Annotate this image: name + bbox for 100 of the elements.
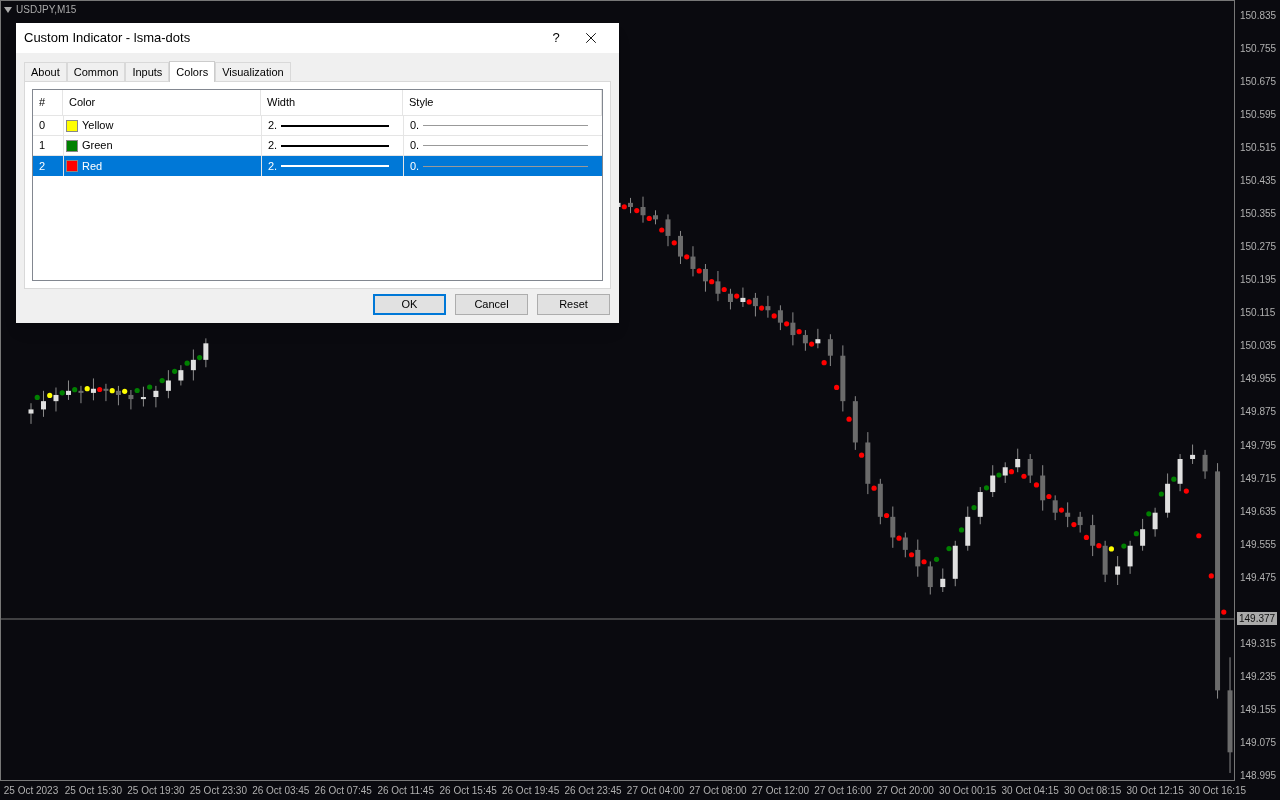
time-axis-label: 25 Oct 19:30 <box>127 785 185 796</box>
time-axis-label: 25 Oct 2023 <box>3 785 59 796</box>
candle <box>178 364 184 386</box>
candle <box>103 383 109 402</box>
dialog-button[interactable]: Cancel <box>455 294 528 315</box>
candle <box>915 539 921 578</box>
candle <box>665 213 671 247</box>
dialog-button[interactable]: Reset <box>537 294 610 315</box>
candle <box>840 344 846 412</box>
candle <box>90 377 96 401</box>
time-axis-label: 30 Oct 16:15 <box>1188 785 1247 796</box>
row-index: 0 <box>38 118 47 134</box>
candle <box>952 540 958 587</box>
candle <box>1077 511 1083 534</box>
table-row[interactable]: 0 Yellow 2. 0. <box>33 116 602 136</box>
price-axis-label: 150.675 <box>1240 75 1277 87</box>
price-axis-label: 149.635 <box>1240 505 1277 517</box>
price-axis-label: 150.195 <box>1240 274 1277 286</box>
candle <box>1015 448 1021 473</box>
candle <box>115 385 121 406</box>
time-axis-label: 27 Oct 20:00 <box>876 785 934 796</box>
width-value: 2. <box>268 158 278 174</box>
candle <box>65 380 71 401</box>
time-axis-label: 30 Oct 12:15 <box>1126 785 1184 796</box>
candle <box>190 349 196 381</box>
price-axis-label: 150.755 <box>1240 42 1277 54</box>
candle <box>1202 449 1208 480</box>
row-index: 1 <box>38 138 47 154</box>
candle <box>203 337 209 368</box>
candle <box>1027 453 1033 484</box>
candle <box>965 506 971 552</box>
time-axis-label: 26 Oct 03:45 <box>252 785 310 796</box>
time-axis-label: 26 Oct 19:45 <box>501 785 560 796</box>
time-axis-label: 26 Oct 23:45 <box>564 785 622 796</box>
candle <box>1002 461 1008 484</box>
dialog-tab[interactable]: Colors <box>169 61 216 82</box>
width-value: 2. <box>268 138 278 154</box>
candle <box>640 196 646 224</box>
candle <box>977 486 983 525</box>
candle <box>628 197 633 214</box>
column-header[interactable]: Color <box>63 90 261 115</box>
candle <box>78 385 84 404</box>
time-axis-label: 27 Oct 04:00 <box>626 785 685 796</box>
dialog-button[interactable]: OK <box>373 294 446 315</box>
candle <box>902 532 908 558</box>
candle <box>777 304 783 331</box>
price-axis-label: 149.875 <box>1240 406 1277 418</box>
candle <box>140 386 146 408</box>
row-index: 2 <box>38 158 47 174</box>
style-value: 0. <box>410 158 420 174</box>
style-value: 0. <box>410 138 420 154</box>
dialog-tab[interactable]: Inputs <box>125 62 170 81</box>
time-axis-label: 26 Oct 15:45 <box>439 785 497 796</box>
candle <box>678 230 683 265</box>
candle <box>1140 518 1146 552</box>
candle <box>53 387 59 412</box>
color-name: Red <box>82 158 103 174</box>
time-axis-label: 27 Oct 08:00 <box>689 785 747 796</box>
time-axis-label: 27 Oct 16:00 <box>814 785 872 796</box>
dialog-tab[interactable]: About <box>24 62 67 81</box>
price-axis-label: 150.355 <box>1240 208 1277 220</box>
dialog-tab[interactable]: Common <box>66 62 126 81</box>
candle <box>890 506 896 549</box>
width-value: 2. <box>268 118 278 134</box>
column-header[interactable]: # <box>33 90 63 115</box>
candle <box>990 464 996 498</box>
table-row[interactable]: 2 Red 2. 0. <box>33 156 602 176</box>
candle <box>1127 540 1133 575</box>
price-axis-label: 149.555 <box>1240 538 1277 550</box>
candle <box>1040 464 1046 512</box>
candle <box>653 209 658 225</box>
color-name: Yellow <box>82 118 114 134</box>
time-axis-label: 27 Oct 12:00 <box>751 785 810 796</box>
candle <box>852 395 858 451</box>
candle <box>815 328 821 349</box>
dialog-tab[interactable]: Visualization <box>215 62 291 81</box>
time-axis-label: 26 Oct 07:45 <box>314 785 372 796</box>
candle <box>1177 453 1183 492</box>
candle <box>802 329 808 352</box>
candle <box>128 389 134 410</box>
price-axis-label: 149.235 <box>1240 670 1277 682</box>
column-header[interactable]: Width <box>261 90 403 115</box>
candle <box>790 311 796 346</box>
dropdown-triangle-icon[interactable] <box>4 6 12 13</box>
price-axis-label: 150.275 <box>1240 241 1277 253</box>
column-header[interactable]: Style <box>403 90 602 115</box>
candle <box>727 288 733 310</box>
time-axis-label: 26 Oct 11:45 <box>377 785 434 796</box>
candle <box>1190 444 1196 465</box>
color-name: Green <box>82 138 113 154</box>
candle <box>1152 507 1158 538</box>
time-axis-label: 30 Oct 08:15 <box>1064 785 1122 796</box>
current-price-label: 149.377 <box>1237 612 1278 625</box>
candle <box>927 560 933 595</box>
symbol-label: USDJPY,M15 <box>16 3 77 17</box>
help-button[interactable]: ? <box>541 28 571 48</box>
candle <box>1102 540 1108 583</box>
dialog-title: Custom Indicator - lsma-dots <box>24 29 192 48</box>
candle <box>28 402 34 425</box>
candle <box>827 333 833 367</box>
